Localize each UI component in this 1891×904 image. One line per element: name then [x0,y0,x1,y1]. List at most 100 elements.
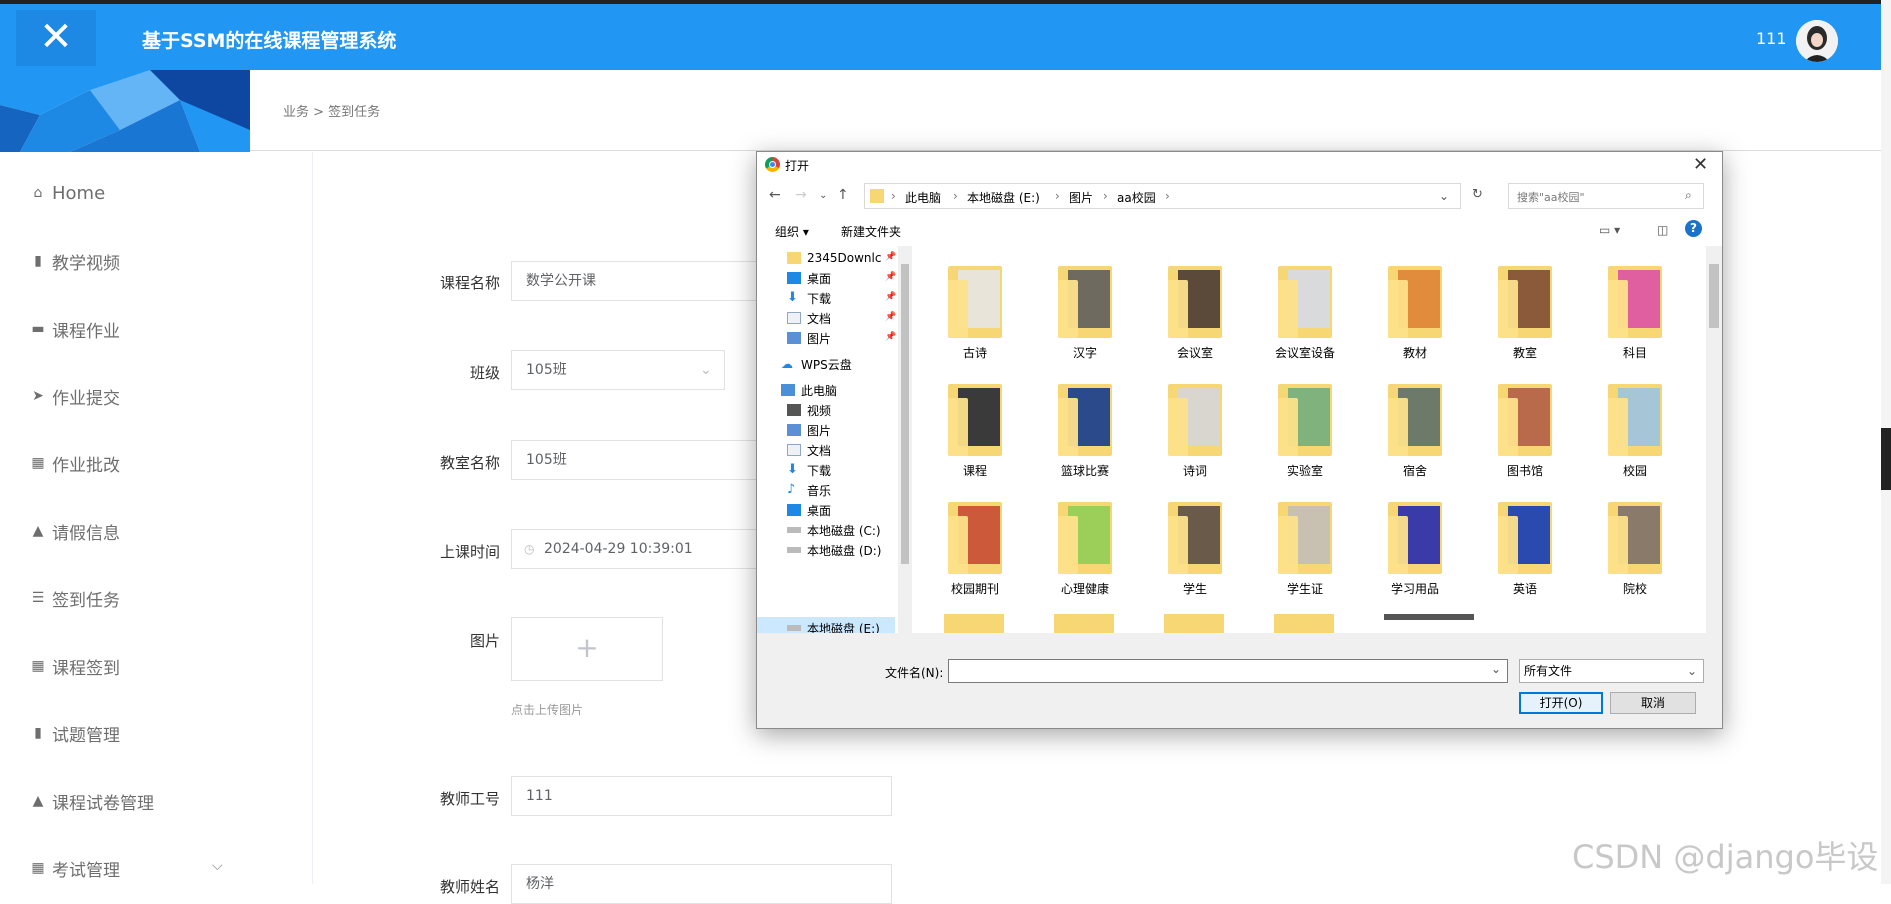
file-folder-item[interactable]: 会议室设备 [1260,260,1350,361]
sidebar-divider [312,152,313,884]
tree-item[interactable]: ♪ 音乐 [787,480,831,500]
file-folder-item[interactable]: 学生 [1150,496,1240,597]
close-menu-icon[interactable]: ✕ [16,10,96,66]
file-grid-scrollbar-thumb[interactable] [1709,264,1719,328]
tree-item[interactable]: 此电脑 [781,380,837,400]
teacher-name-label: 教师姓名 [439,878,500,896]
path-segment[interactable]: aa校园 [1117,189,1156,206]
file-folder-item[interactable]: 宿舍 [1370,378,1460,479]
file-folder-item[interactable]: 英语 [1480,496,1570,597]
help-icon[interactable]: ? [1685,220,1702,237]
page-scrollbar-thumb[interactable] [1881,428,1891,490]
filename-input[interactable]: ⌄ [948,659,1508,683]
address-bar[interactable]: › 此电脑 › 本地磁盘 (E:) › 图片 › aa校园 › ⌄ [864,183,1461,209]
preview-pane-icon[interactable]: ◫ [1657,223,1668,237]
file-folder-item[interactable]: 科目 [1590,260,1680,361]
tree-item[interactable]: 本地磁盘 (C:) [787,520,881,540]
file-folder-item[interactable]: 校园期刊 [930,496,1020,597]
filename-dropdown-icon[interactable]: ⌄ [1491,662,1501,676]
file-folder-label: 古诗 [962,346,987,360]
file-folder-item[interactable]: 课程 [930,378,1020,479]
course-name-label: 课程名称 [439,274,500,292]
file-folder-item[interactable] [944,614,1004,633]
view-options-icon[interactable]: ▭ ▾ [1599,223,1620,237]
tree-item[interactable]: 2345Downlc [787,248,881,268]
file-folder-item[interactable]: 心理健康 [1040,496,1130,597]
path-segment[interactable]: 此电脑 [905,189,941,206]
file-folder-item[interactable]: 汉字 [1040,260,1130,361]
sidebar-item-question-management[interactable]: ▮ 试题管理 [30,718,120,748]
file-folder-item[interactable] [1054,614,1114,633]
teacher-name-input[interactable]: 杨洋 [511,864,892,904]
file-folder-item[interactable]: 会议室 [1150,260,1240,361]
up-arrow-icon[interactable]: ↑ [837,187,849,203]
open-button[interactable]: 打开(O) [1519,692,1603,714]
recent-dropdown-icon[interactable]: ⌄ [819,190,827,201]
cancel-button[interactable]: 取消 [1610,692,1696,714]
file-folder-item[interactable] [1164,614,1224,633]
class-label: 班级 [469,364,500,382]
chevron-down-icon[interactable]: ⌵ [212,858,223,874]
file-folder-item[interactable] [1384,614,1474,620]
class-select[interactable]: 105班 ⌄ [511,350,725,390]
file-folder-item[interactable]: 教室 [1480,260,1570,361]
file-folder-label: 校园期刊 [950,582,999,596]
dialog-close-button[interactable]: ✕ [1693,154,1708,175]
tree-item[interactable]: 文档 [787,440,831,460]
file-folder-item[interactable]: 院校 [1590,496,1680,597]
file-folder-item[interactable]: 诗词 [1150,378,1240,479]
image-label: 图片 [469,632,500,650]
sidebar-item-homework-grading[interactable]: ▦ 作业批改 [30,448,120,478]
classroom-input[interactable]: 105班 [511,440,771,480]
refresh-icon[interactable]: ↻ [1472,187,1483,202]
sidebar-item-leave-info[interactable]: ▲ 请假信息 [30,516,120,546]
image-upload-button[interactable]: + [511,617,663,681]
file-folder-item[interactable]: 学生证 [1260,496,1350,597]
file-folder-item[interactable]: 实验室 [1260,378,1350,479]
dialog-titlebar[interactable]: 打开 ✕ [757,152,1722,178]
tree-scrollbar-thumb[interactable] [901,264,909,564]
tree-item[interactable]: 视频 [787,400,831,420]
tree-item[interactable]: ⬇ 下载 [787,460,831,480]
search-input[interactable]: 搜索"aa校园" ⌕ [1508,183,1704,209]
avatar[interactable] [1796,20,1838,62]
sidebar-item-sign-in-task[interactable]: ☰ 签到任务 [30,583,120,613]
file-folder-item[interactable]: 篮球比赛 [1040,378,1130,479]
tree-item[interactable]: ☁ WPS云盘 [781,354,852,374]
file-folder-item[interactable]: 学习用品 [1370,496,1460,597]
tree-item-selected[interactable]: 本地磁盘 (E:) [787,618,880,633]
teacher-id-input[interactable]: 111 [511,776,892,816]
tree-item[interactable]: 本地磁盘 (D:) [787,540,881,560]
address-dropdown-icon[interactable]: ⌄ [1439,189,1449,203]
organize-menu[interactable]: 组织 ▾ [775,223,809,240]
class-time-input[interactable]: ◷ 2024-04-29 10:39:01 [511,529,771,569]
file-folder-item[interactable]: 古诗 [930,260,1020,361]
file-folder-item[interactable]: 教材 [1370,260,1460,361]
sidebar-item-teaching-video[interactable]: ▮ 教学视频 [30,246,120,276]
file-folder-item[interactable]: 图书馆 [1480,378,1570,479]
tree-item[interactable]: 桌面 [787,268,831,288]
forward-arrow-icon[interactable]: → [795,187,807,203]
back-arrow-icon[interactable]: ← [769,187,781,203]
tree-item[interactable]: 桌面 [787,500,831,520]
path-segment[interactable]: 本地磁盘 (E:) [967,189,1040,206]
path-segment[interactable]: 图片 [1069,189,1093,206]
sidebar-item-course-homework[interactable]: ▬ 课程作业 [30,314,120,344]
folder-icon [1384,260,1446,338]
tree-item[interactable]: 图片 [787,420,831,440]
course-name-input[interactable]: 数学公开课 [511,261,771,301]
sidebar-item-exam-management[interactable]: ▦ 考试管理 [30,853,120,883]
sidebar-item-home[interactable]: ⌂ Home [30,178,106,208]
filetype-select[interactable]: 所有文件 ⌄ [1519,659,1704,683]
sidebar-item-course-sign-in[interactable]: ▦ 课程签到 [30,651,120,681]
file-folder-item[interactable] [1274,614,1334,633]
tree-item[interactable]: ⬇ 下载 [787,288,831,308]
tree-item[interactable]: 图片 [787,328,831,348]
filename-label: 文件名(N): [885,666,944,680]
new-folder-button[interactable]: 新建文件夹 [841,223,901,240]
tree-item[interactable]: 文档 [787,308,831,328]
sidebar-item-exam-paper-management[interactable]: ▲ 课程试卷管理 [30,786,154,816]
user-name[interactable]: 111 [1756,29,1787,48]
file-folder-item[interactable]: 校园 [1590,378,1680,479]
sidebar-item-homework-submit[interactable]: ➤ 作业提交 [30,381,120,411]
